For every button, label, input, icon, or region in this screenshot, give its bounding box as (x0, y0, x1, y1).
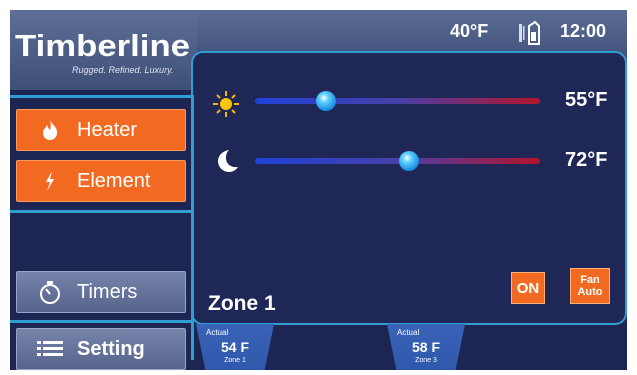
zone-tab-temp: 58 F (411, 339, 440, 355)
list-icon (35, 339, 65, 359)
timers-button[interactable]: Timers (16, 271, 186, 313)
element-label: Element (77, 169, 151, 192)
on-button[interactable]: ON (511, 272, 545, 304)
zone-tab-temp: 54 F (220, 339, 249, 355)
on-label: ON (516, 279, 540, 297)
divider (191, 95, 194, 360)
zone-tab-label: Actual (206, 328, 229, 337)
moon-icon (216, 148, 240, 179)
logo-wordmark: Timberline (15, 28, 190, 63)
zone-tab-1[interactable]: Actual 54 F Zone 1 (196, 324, 274, 370)
night-temp-slider-handle[interactable] (398, 151, 419, 171)
heater-label: Heater (77, 118, 138, 141)
zone-tab-3[interactable]: Actual 58 F Zone 3 (387, 324, 465, 370)
zone-tab-label: Actual (397, 328, 420, 337)
heater-button[interactable]: Heater (16, 109, 186, 151)
logo-graphic: Timberline Rugged. Refined. Luxury. (15, 28, 190, 75)
night-setpoint: 72°F (565, 149, 608, 171)
divider (10, 95, 191, 98)
divider (10, 320, 191, 323)
night-temp-slider-track[interactable] (255, 158, 540, 164)
outdoor-temperature: 40°F (450, 21, 489, 41)
fan-auto-button[interactable]: Fan Auto (570, 268, 610, 304)
lightning-bolt-icon (35, 170, 65, 192)
setting-label: Setting (77, 337, 145, 360)
element-button[interactable]: Element (16, 160, 186, 202)
zone-tab-name: Zone 3 (415, 357, 437, 364)
day-temp-slider-track[interactable] (255, 98, 540, 104)
flame-icon (35, 119, 65, 141)
fan-mode-label: Auto (577, 286, 603, 298)
setting-button[interactable]: Setting (16, 328, 186, 370)
divider (10, 210, 191, 213)
stopwatch-icon (35, 279, 65, 305)
thermostat-screen: 40°F 12:00 Timberline Rugged. Refined. L… (10, 10, 627, 370)
fan-label: Fan (580, 274, 600, 286)
sun-icon (212, 90, 240, 123)
thermometer-icon (515, 20, 543, 51)
brand-logo: Timberline Rugged. Refined. Luxury. (10, 10, 197, 90)
logo-tagline: Rugged. Refined. Luxury. (72, 65, 173, 75)
day-setpoint: 55°F (565, 89, 608, 111)
zone-title: Zone 1 (208, 292, 276, 315)
clock: 12:00 (560, 21, 607, 41)
zone-panel (191, 51, 627, 325)
zone-tab-name: Zone 1 (224, 357, 246, 364)
timers-label: Timers (77, 280, 138, 303)
